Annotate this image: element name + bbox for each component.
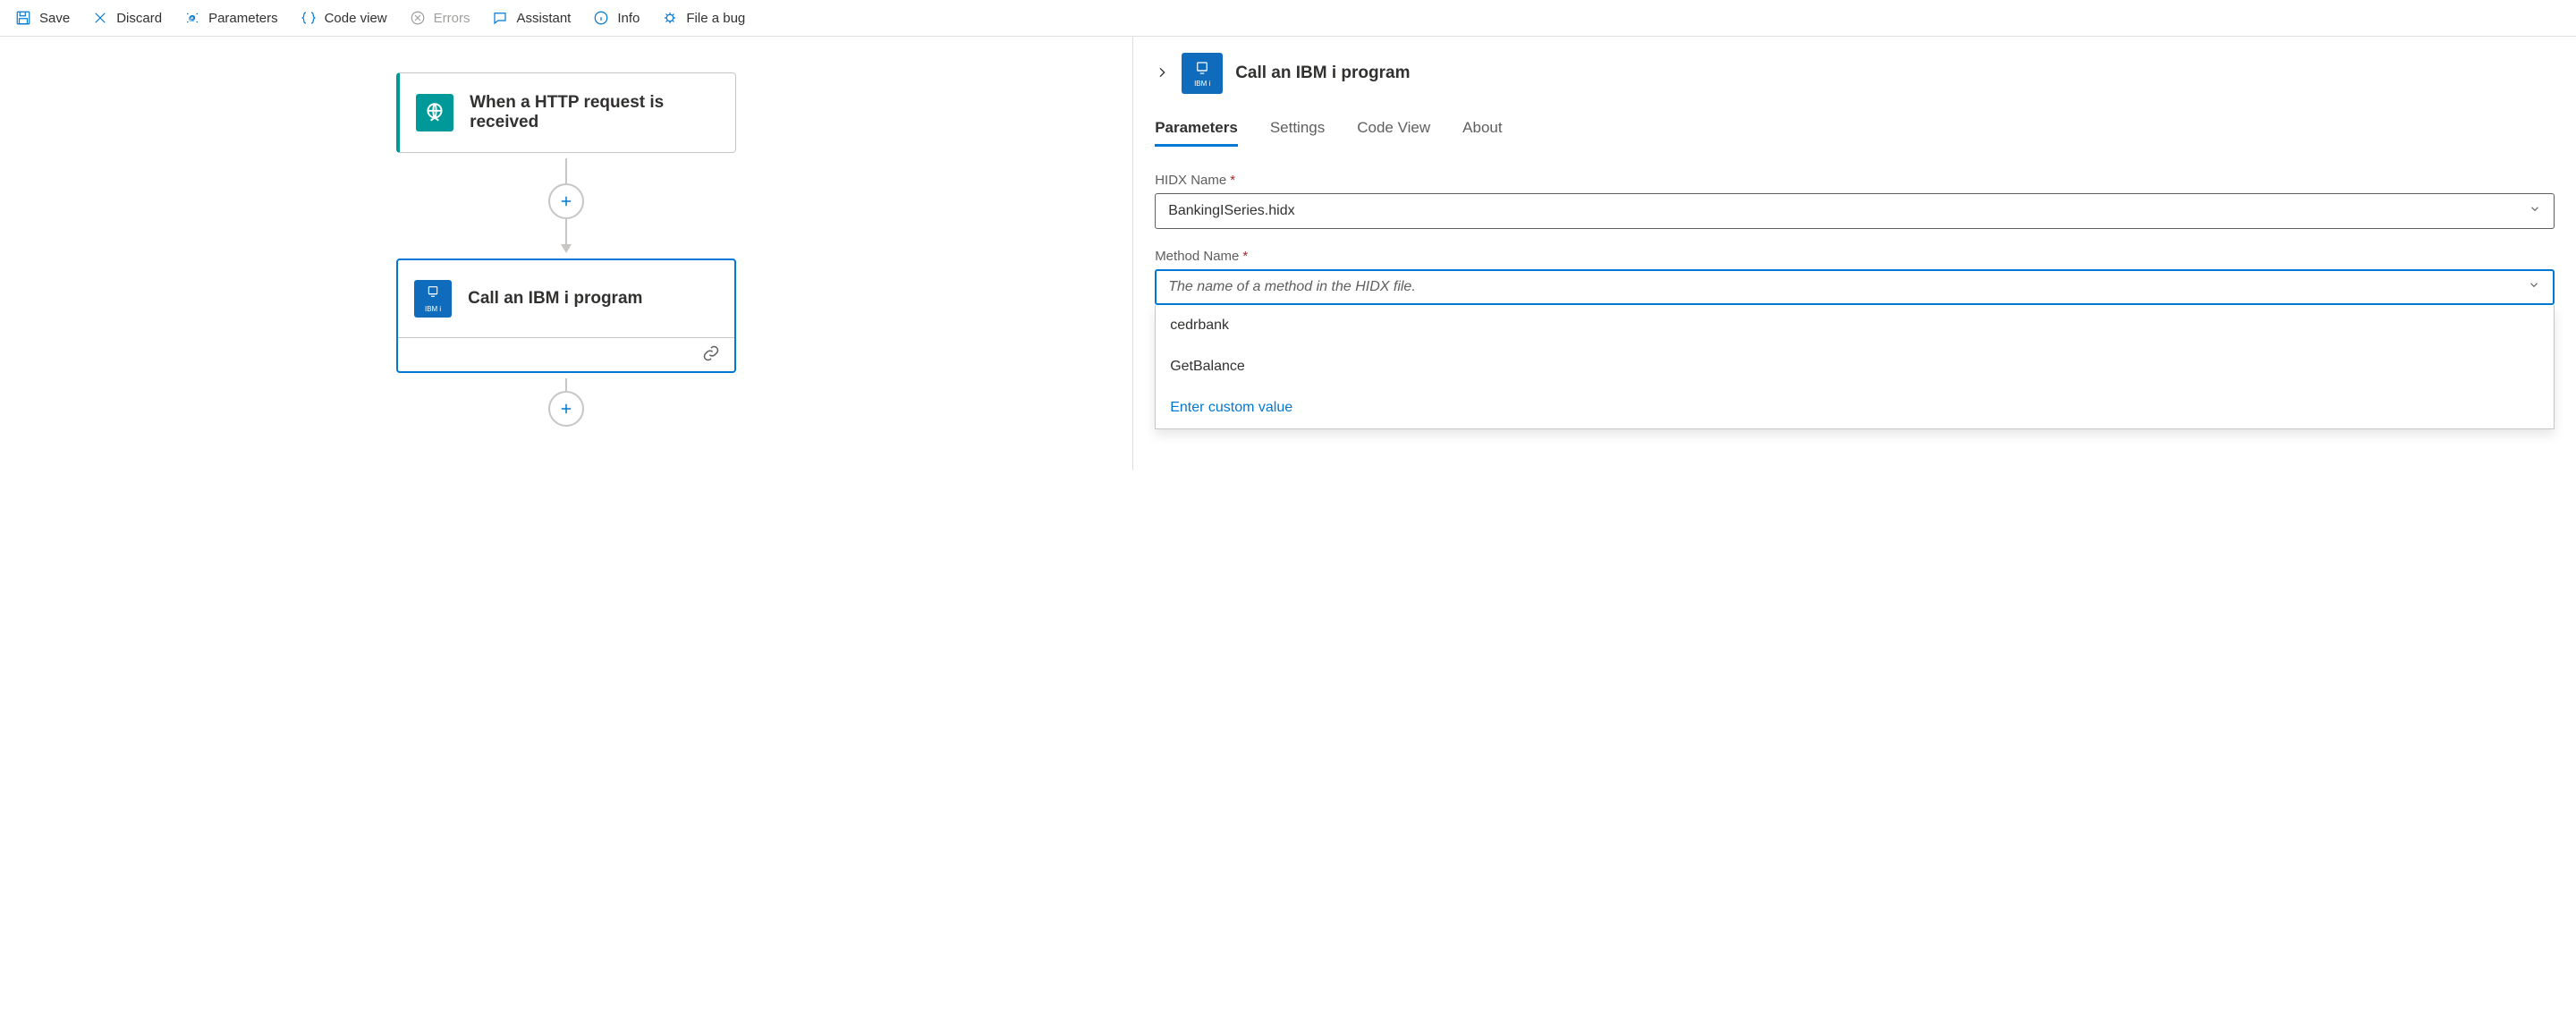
- parameters-label: Parameters: [208, 11, 278, 26]
- info-button[interactable]: Info: [592, 9, 640, 27]
- method-custom-value[interactable]: Enter custom value: [1156, 387, 2554, 428]
- method-option-cedrbank[interactable]: cedrbank: [1156, 305, 2554, 346]
- method-label: Method Name*: [1155, 249, 2555, 264]
- codeview-label: Code view: [325, 11, 387, 26]
- filebug-button[interactable]: File a bug: [661, 9, 745, 27]
- panel-header: IBM i Call an IBM i program: [1155, 53, 2555, 94]
- trigger-node[interactable]: When a HTTP request is received: [396, 72, 736, 153]
- method-dropdown: cedrbank GetBalance Enter custom value: [1155, 305, 2555, 429]
- close-icon: [91, 9, 109, 27]
- codeview-button[interactable]: Code view: [300, 9, 387, 27]
- method-placeholder: The name of a method in the HIDX file.: [1168, 279, 1416, 295]
- errors-label: Errors: [434, 11, 470, 26]
- add-step-button-2[interactable]: [548, 391, 584, 427]
- toolbar: Save Discard @ Parameters Code view Erro…: [0, 0, 2576, 37]
- panel-title: Call an IBM i program: [1235, 64, 1410, 83]
- panel-tabs: Parameters Settings Code View About: [1155, 119, 2555, 148]
- hidx-value: BankingISeries.hidx: [1168, 203, 1294, 219]
- connector-1: [548, 153, 584, 258]
- link-icon: [702, 344, 720, 365]
- assistant-label: Assistant: [516, 11, 571, 26]
- panel-ibmi-icon-label: IBM i: [1192, 80, 1212, 88]
- tab-parameters[interactable]: Parameters: [1155, 119, 1238, 147]
- bug-icon: [661, 9, 679, 27]
- info-icon: [592, 9, 610, 27]
- tab-codeview[interactable]: Code View: [1357, 119, 1430, 147]
- code-icon: [300, 9, 318, 27]
- connector-2: [548, 373, 584, 432]
- discard-button[interactable]: Discard: [91, 9, 162, 27]
- trigger-title: When a HTTP request is received: [470, 93, 719, 132]
- save-icon: [14, 9, 32, 27]
- parameters-icon: @: [183, 9, 201, 27]
- add-step-button-1[interactable]: [548, 183, 584, 219]
- hidx-select[interactable]: BankingISeries.hidx: [1155, 193, 2555, 229]
- workflow-canvas: When a HTTP request is received IBM i Ca…: [0, 37, 1133, 470]
- discard-label: Discard: [116, 11, 162, 26]
- filebug-label: File a bug: [686, 11, 745, 26]
- tab-about[interactable]: About: [1462, 119, 1502, 147]
- chevron-down-icon: [2528, 279, 2540, 296]
- save-label: Save: [39, 11, 70, 26]
- collapse-button[interactable]: [1155, 65, 1169, 82]
- assistant-button[interactable]: Assistant: [491, 9, 571, 27]
- info-label: Info: [617, 11, 640, 26]
- svg-text:@: @: [189, 14, 196, 22]
- method-select[interactable]: The name of a method in the HIDX file.: [1155, 269, 2555, 305]
- action-node[interactable]: IBM i Call an IBM i program: [396, 258, 736, 373]
- method-field: Method Name* The name of a method in the…: [1155, 249, 2555, 429]
- http-icon: [416, 94, 453, 131]
- hidx-field: HIDX Name* BankingISeries.hidx: [1155, 173, 2555, 229]
- action-title: Call an IBM i program: [468, 289, 642, 309]
- parameters-button[interactable]: @ Parameters: [183, 9, 278, 27]
- method-option-getbalance[interactable]: GetBalance: [1156, 346, 2554, 387]
- save-button[interactable]: Save: [14, 9, 70, 27]
- chevron-down-icon: [2529, 203, 2541, 220]
- errors-button: Errors: [409, 9, 470, 27]
- hidx-label: HIDX Name*: [1155, 173, 2555, 188]
- node-footer: [398, 337, 734, 371]
- error-icon: [409, 9, 427, 27]
- ibmi-icon-label: IBM i: [424, 305, 442, 313]
- tab-settings[interactable]: Settings: [1270, 119, 1325, 147]
- panel-ibmi-icon: IBM i: [1182, 53, 1223, 94]
- main-content: When a HTTP request is received IBM i Ca…: [0, 37, 2576, 470]
- chat-icon: [491, 9, 509, 27]
- details-panel: IBM i Call an IBM i program Parameters S…: [1133, 37, 2576, 470]
- ibmi-icon: IBM i: [414, 280, 452, 318]
